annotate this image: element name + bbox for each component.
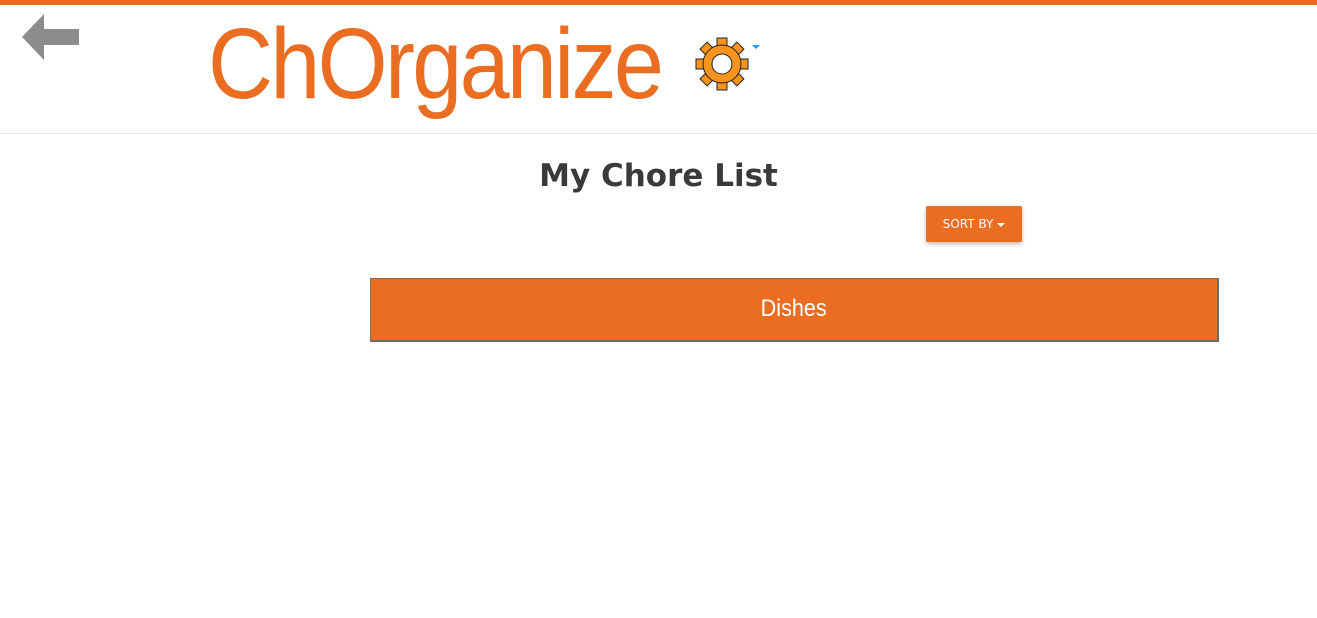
chore-item-dishes[interactable]: Dishes	[370, 278, 1219, 342]
app-title: ChOrganize	[208, 8, 664, 120]
caret-down-icon	[997, 222, 1006, 227]
page-title: My Chore List	[539, 158, 778, 194]
caret-down-icon	[752, 45, 760, 49]
back-arrow-icon	[22, 14, 79, 60]
back-button[interactable]	[22, 14, 80, 64]
sort-by-button[interactable]: SORT BY	[926, 206, 1022, 242]
sort-by-label: SORT BY	[942, 217, 994, 231]
app-header: ChOrganize	[0, 5, 1317, 134]
gear-icon	[695, 37, 749, 91]
chore-list: Dishes	[370, 278, 1219, 342]
settings-dropdown[interactable]	[695, 37, 763, 91]
chore-item-label: Dishes	[760, 295, 828, 322]
